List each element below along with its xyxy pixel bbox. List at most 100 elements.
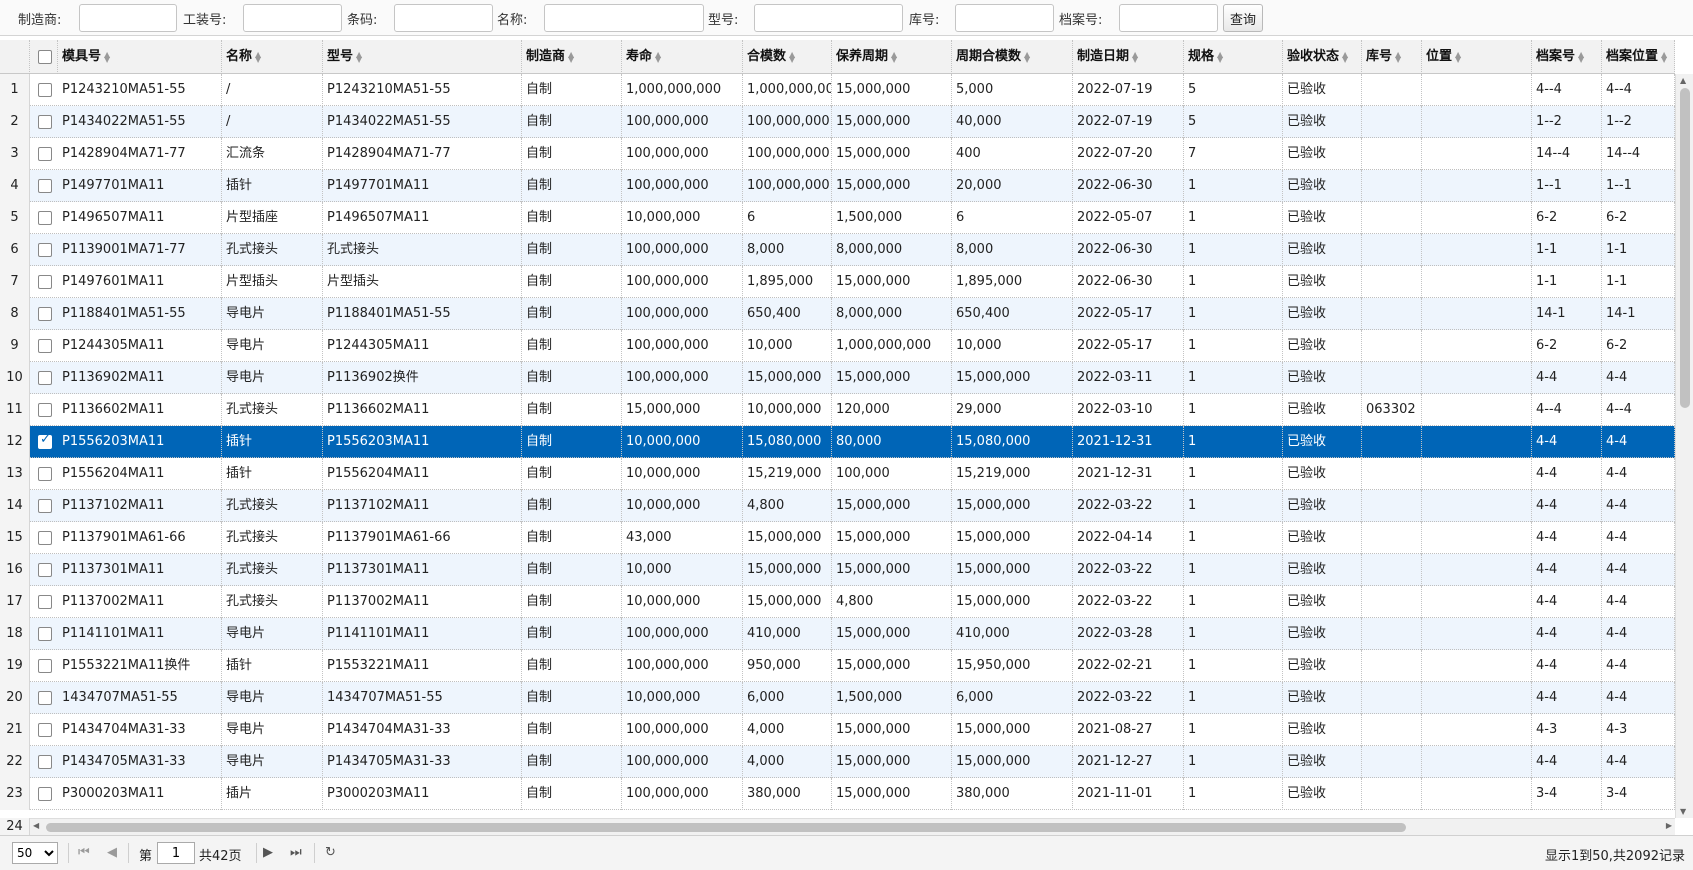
page-size-select[interactable]: 50 [12,842,58,864]
row-checkbox[interactable] [38,659,52,673]
table-row[interactable]: 17 P1137002MA11 孔式接头 P1137002MA11 自制 10,000,0… [0,586,1675,618]
sort-icon[interactable]: ▲ ▼ [789,50,795,63]
manufacturer-input[interactable] [79,4,177,32]
row-checkbox[interactable] [38,371,52,385]
table-row[interactable]: 4 P1497701MA11 插针 P1497701MA11 自制 100,000,000… [0,170,1675,202]
sort-icon[interactable]: ▲ ▼ [891,50,897,63]
table-row[interactable]: 21 P1434704MA31-33 导电片 P1434704MA31-33 自制 100… [0,714,1675,746]
scroll-up-icon[interactable]: ▲ [1680,76,1686,85]
table-row-selected[interactable]: 12P1556203MA11插针P1556203MA11自制10,000,000… [0,426,1675,458]
column-header-name[interactable]: 名称 ▲ ▼ [222,40,323,74]
table-row[interactable]: 11 P1136602MA11 孔式接头 P1136602MA11 自制 15,000,0… [0,394,1675,426]
table-row[interactable]: 15 P1137901MA61-66 孔式接头 P1137901MA61-66 自制 43… [0,522,1675,554]
table-row[interactable]: 3 P1428904MA71-77 汇流条 P1428904MA71-77 自制 100,… [0,138,1675,170]
sort-icon[interactable]: ▲ ▼ [1132,50,1138,63]
sort-icon[interactable]: ▲ ▼ [1217,50,1223,63]
table-row[interactable]: 9 P1244305MA11 导电片 P1244305MA11 自制 100,000,00… [0,330,1675,362]
table-row[interactable]: 22 P1434705MA31-33 导电片 P1434705MA31-33 自制 100… [0,746,1675,778]
column-header-mfg-date[interactable]: 制造日期 ▲ ▼ [1073,40,1184,74]
row-checkbox[interactable] [38,531,52,545]
model-input[interactable] [754,4,903,32]
page-number-input[interactable] [157,842,195,864]
sort-icon[interactable]: ▲ ▼ [1455,50,1461,63]
name-input[interactable] [544,4,704,32]
column-header-spec[interactable]: 规格 ▲ ▼ [1184,40,1283,74]
refresh-icon[interactable]: ↻ [325,845,336,860]
row-checkbox[interactable] [38,147,52,161]
row-checkbox[interactable] [38,275,52,289]
table-row[interactable]: 7 P1497601MA11 片型插头 片型插头 自制 100,000,000 1,895,… [0,266,1675,298]
table-row[interactable]: 19 P1553221MA11换件 插针 P1553221MA11 自制 100,000,… [0,650,1675,682]
table-row[interactable]: 18 P1141101MA11 导电片 P1141101MA11 自制 100,000,0… [0,618,1675,650]
tooling-no-input[interactable] [243,4,342,32]
row-checkbox[interactable] [38,755,52,769]
table-row[interactable]: 10 P1136902MA11 导电片 P1136902换件 自制 100,000,000… [0,362,1675,394]
table-row[interactable]: 5 P1496507MA11 片型插座 P1496507MA11 自制 10,000,00… [0,202,1675,234]
table-row[interactable]: 16 P1137301MA11 孔式接头 P1137301MA11 自制 10,000 15… [0,554,1675,586]
column-header-model[interactable]: 型号 ▲ ▼ [323,40,522,74]
row-checkbox[interactable] [38,499,52,513]
sort-icon[interactable]: ▲ ▼ [655,50,661,63]
column-header-maintenance-cycle[interactable]: 保养周期 ▲ ▼ [832,40,952,74]
sort-icon[interactable]: ▲ ▼ [1342,50,1348,63]
row-checkbox[interactable] [38,691,52,705]
sort-icon[interactable]: ▲ ▼ [255,50,261,63]
row-checkbox[interactable] [38,179,52,193]
column-header-acceptance-status[interactable]: 验收状态 ▲ ▼ [1283,40,1362,74]
last-page-icon[interactable]: ⏭ [290,845,302,860]
row-checkbox[interactable] [38,339,52,353]
table-row[interactable]: 13 P1556204MA11 插针 P1556204MA11 自制 10,000,000… [0,458,1675,490]
horizontal-scrollbar[interactable]: ◀ ▶ [30,818,1675,835]
row-checkbox[interactable] [38,432,52,449]
scroll-right-icon[interactable]: ▶ [1666,821,1672,830]
table-row[interactable]: 6 P1139001MA71-77 孔式接头 孔式接头 自制 100,000,000 8,0… [0,234,1675,266]
row-checkbox[interactable] [38,243,52,257]
scroll-down-icon[interactable]: ▼ [1680,807,1686,816]
row-checkbox[interactable] [38,723,52,737]
table-row[interactable]: 2 P1434022MA51-55/P1434022MA51-55 自制 100,00… [0,106,1675,138]
sort-icon[interactable]: ▲ ▼ [1395,50,1401,63]
sort-icon[interactable]: ▲ ▼ [568,50,574,63]
row-checkbox[interactable] [38,115,52,129]
scroll-left-icon[interactable]: ◀ [33,821,39,830]
sort-icon[interactable]: ▲ ▼ [1578,50,1584,63]
column-header-manufacturer[interactable]: 制造商 ▲ ▼ [522,40,622,74]
first-page-icon[interactable]: ⏮ [78,845,90,860]
vertical-scroll-thumb[interactable] [1680,88,1690,408]
sort-icon[interactable]: ▲ ▼ [104,50,110,63]
vertical-scrollbar[interactable]: ▲ ▼ [1675,74,1693,818]
row-checkbox[interactable] [38,307,52,321]
table-row[interactable]: 1 P1243210MA51-55/P1243210MA51-55 自制 1,000,… [0,74,1675,106]
column-header-mold-count[interactable]: 合模数 ▲ ▼ [743,40,832,74]
row-checkbox[interactable] [38,627,52,641]
warehouse-no-input[interactable] [955,4,1054,32]
column-header-mold-no[interactable]: 模具号 ▲ ▼ [58,40,222,74]
barcode-input[interactable] [394,4,493,32]
sort-icon[interactable]: ▲ ▼ [1024,50,1030,63]
column-header-location[interactable]: 位置 ▲ ▼ [1422,40,1532,74]
column-header-archive-location[interactable]: 档案位置 ▲ ▼ [1602,40,1675,74]
select-all-checkbox[interactable] [38,50,52,64]
row-checkbox[interactable] [38,83,52,97]
table-row[interactable]: 23 P3000203MA11 插片 P3000203MA11 自制 100,000,00… [0,778,1675,810]
table-row[interactable]: 20 1434707MA51-55 导电片 1434707MA51-55 自制 10,00… [0,682,1675,714]
row-checkbox[interactable] [38,211,52,225]
sort-icon[interactable]: ▲ ▼ [1661,50,1667,63]
row-checkbox[interactable] [38,403,52,417]
sort-icon[interactable]: ▲ ▼ [356,50,362,63]
column-header-life[interactable]: 寿命 ▲ ▼ [622,40,743,74]
column-header-archive-no[interactable]: 档案号 ▲ ▼ [1532,40,1602,74]
next-page-icon[interactable]: ▶ [263,845,273,860]
prev-page-icon[interactable]: ◀ [107,845,117,860]
row-checkbox[interactable] [38,595,52,609]
row-checkbox[interactable] [38,563,52,577]
horizontal-scroll-thumb[interactable] [46,823,1406,832]
column-header-warehouse-no[interactable]: 库号 ▲ ▼ [1362,40,1422,74]
row-checkbox[interactable] [38,467,52,481]
row-checkbox[interactable] [38,787,52,801]
table-row[interactable]: 8 P1188401MA51-55 导电片 P1188401MA51-55 自制 100,… [0,298,1675,330]
archive-no-input[interactable] [1119,4,1218,32]
query-button[interactable]: 查询 [1223,4,1264,32]
column-header-cycle-mold-count[interactable]: 周期合模数 ▲ ▼ [952,40,1073,74]
table-row[interactable]: 14 P1137102MA11 孔式接头 P1137102MA11 自制 10,000,0… [0,490,1675,522]
